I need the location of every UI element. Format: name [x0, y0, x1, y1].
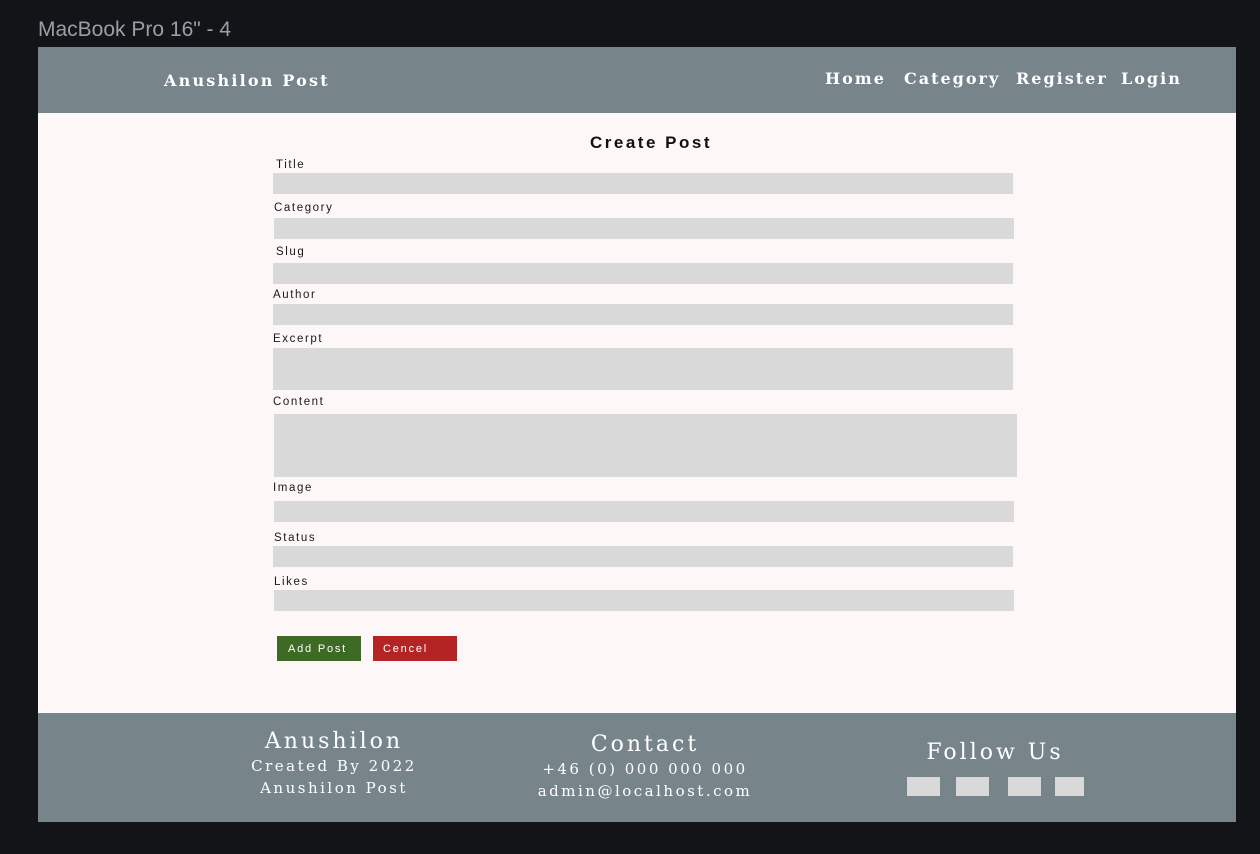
- likes-label: Likes: [274, 576, 309, 588]
- nav-register[interactable]: Register: [1016, 69, 1108, 88]
- site-brand[interactable]: Anushilon Post: [164, 71, 330, 90]
- status-label: Status: [274, 532, 317, 544]
- likes-input[interactable]: [274, 590, 1014, 611]
- nav-login[interactable]: Login: [1121, 69, 1182, 88]
- site-footer: Anushilon Created By 2022 Anushilon Post…: [38, 713, 1236, 822]
- social-icon-1[interactable]: [907, 777, 940, 796]
- social-icon-4[interactable]: [1055, 777, 1084, 796]
- social-icon-2[interactable]: [956, 777, 989, 796]
- content-label: Content: [273, 396, 325, 408]
- image-input[interactable]: [274, 501, 1014, 522]
- add-post-button[interactable]: Add Post: [277, 636, 361, 661]
- excerpt-textarea[interactable]: [273, 348, 1013, 390]
- footer-contact-heading: Contact: [590, 732, 700, 757]
- footer-follow-heading: Follow Us: [926, 740, 1064, 765]
- nav-home[interactable]: Home: [825, 69, 886, 88]
- image-label: Image: [273, 482, 313, 494]
- category-label: Category: [274, 202, 334, 214]
- excerpt-label: Excerpt: [273, 333, 324, 345]
- social-icon-3[interactable]: [1008, 777, 1041, 796]
- slug-label: Slug: [276, 246, 306, 258]
- status-input[interactable]: [273, 546, 1013, 567]
- site-header: Anushilon Post Home Category Register Lo…: [38, 47, 1236, 113]
- cancel-button[interactable]: Cencel: [373, 636, 457, 661]
- author-input[interactable]: [273, 304, 1013, 325]
- page-title: Create Post: [590, 133, 712, 152]
- page-frame: Anushilon Post Home Category Register Lo…: [38, 47, 1236, 822]
- footer-contact-phone: +46 (0) 000 000 000: [542, 760, 748, 778]
- footer-about: Anushilon Created By 2022 Anushilon Post: [234, 729, 434, 799]
- content-textarea[interactable]: [274, 414, 1017, 477]
- nav-category[interactable]: Category: [904, 69, 1000, 88]
- title-label: Title: [276, 159, 306, 171]
- frame-label: MacBook Pro 16" - 4: [38, 18, 232, 41]
- title-input[interactable]: [273, 173, 1013, 194]
- category-input[interactable]: [274, 218, 1014, 239]
- footer-follow: Follow Us: [910, 740, 1080, 766]
- footer-contact-email: admin@localhost.com: [537, 782, 753, 800]
- footer-about-heading: Anushilon: [264, 729, 404, 754]
- author-label: Author: [273, 289, 317, 301]
- slug-input[interactable]: [273, 263, 1013, 284]
- footer-contact: Contact +46 (0) 000 000 000 admin@localh…: [514, 732, 776, 802]
- footer-about-line2: Anushilon Post: [260, 779, 408, 797]
- footer-about-line1: Created By 2022: [251, 757, 417, 775]
